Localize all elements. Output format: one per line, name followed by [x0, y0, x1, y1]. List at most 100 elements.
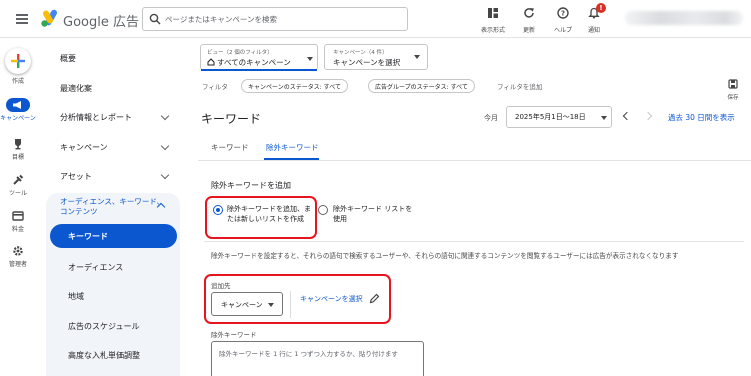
nav-campaigns-label: キャンペーン — [60, 142, 108, 152]
google-ads-logo — [41, 9, 57, 27]
help-icon: ? — [557, 7, 569, 19]
notifications-label: 通知 — [587, 27, 600, 34]
radio-use-list[interactable] — [318, 205, 328, 215]
next-period-button — [643, 111, 655, 121]
rail-billing[interactable]: 料金 — [0, 210, 36, 233]
dropdown-caret-icon — [307, 57, 313, 61]
campaign-selector[interactable]: キャンペーン（4 件） キャンペーンを選択 — [324, 44, 428, 70]
view-selector[interactable]: ビュー（2 個のフィルタ） すべてのキャンペーン — [200, 44, 318, 71]
notifications-button[interactable]: ! 通知 — [576, 3, 612, 34]
nav-campaigns[interactable]: キャンペーン — [46, 133, 180, 161]
filter-chip-adgroup-status[interactable]: 広告グループのステータス: すべて — [368, 79, 475, 93]
rail-create[interactable]: 作成 — [0, 48, 36, 85]
form-section-title: 除外キーワードを追加 — [211, 181, 291, 190]
nav-assets[interactable]: アセット — [46, 162, 180, 190]
form-divider — [204, 241, 744, 242]
save-button[interactable]: 保存 — [722, 74, 744, 101]
prev-period-button[interactable] — [621, 111, 632, 121]
nav-group-label: オーディエンス、キーワード、コンテンツ — [60, 197, 165, 216]
rail-goals[interactable]: 目標 — [0, 138, 36, 161]
chip-label: キャンペーンのステータス: すべて — [248, 83, 341, 91]
rail-campaigns-label: キャンペーン — [0, 115, 36, 122]
negative-keywords-textarea[interactable]: 除外キーワードを 1 行に 1 つずつ入力するか、貼り付けます — [211, 341, 424, 376]
nav-recommendations[interactable]: 最適化案 — [46, 74, 180, 102]
negative-keywords-label: 除外キーワード — [211, 331, 257, 339]
credit-card-icon — [12, 211, 24, 221]
search-icon — [149, 13, 161, 25]
highlight-box-add-to — [204, 274, 391, 324]
nav-overview-label: 概要 — [60, 53, 76, 63]
gear-icon — [13, 246, 23, 256]
active-underline — [201, 69, 317, 71]
filter-chip-campaign-status[interactable]: キャンペーンのステータス: すべて — [241, 79, 348, 93]
account-info[interactable] — [625, 11, 743, 25]
tab-keywords[interactable]: キーワード — [211, 142, 249, 153]
save-label: 保存 — [727, 95, 739, 101]
date-range-value: 2025年5月1日〜18日 — [515, 113, 586, 121]
rail-tools-label: ツール — [8, 190, 27, 197]
trophy-icon — [15, 139, 21, 150]
campaign-value: キャンペーンを選択 — [333, 58, 401, 67]
nav-group-header[interactable]: オーディエンス、キーワード、コンテンツ — [60, 197, 165, 217]
rail-admin[interactable]: 管理者 — [0, 245, 36, 268]
view-value: すべてのキャンペーン — [217, 58, 291, 67]
date-preset-label: 今月 — [484, 114, 498, 122]
chevron-right-icon — [643, 111, 653, 121]
add-filter-link[interactable]: フィルタを追加 — [497, 81, 542, 91]
refresh-button[interactable]: 更新 — [511, 4, 547, 34]
page-title: キーワード — [201, 112, 262, 126]
date-range-picker[interactable]: 2025年5月1日〜18日 — [506, 106, 612, 128]
tab-negative-keywords[interactable]: 除外キーワード — [266, 142, 319, 153]
view-format-label: 表示形式 — [480, 27, 505, 34]
campaign-caption: キャンペーン（4 件） — [333, 50, 388, 56]
compare-period-link[interactable]: 過去 30 日間を表示 — [668, 112, 735, 123]
view-caption: ビュー（2 個のフィルタ） — [207, 50, 273, 56]
rail-billing-label: 料金 — [11, 226, 24, 233]
nav-keywords-label: キーワード — [68, 231, 108, 241]
plus-icon — [11, 54, 25, 68]
megaphone-icon — [13, 101, 21, 109]
nav-ad-schedule[interactable]: 広告のスケジュール — [46, 312, 180, 340]
nav-overview[interactable]: 概要 — [46, 44, 180, 72]
filter-label: フィルタ — [202, 83, 228, 91]
view-format-icon — [488, 8, 498, 18]
nav-insights[interactable]: 分析情報とレポート — [46, 103, 180, 131]
view-format-button[interactable]: 表示形式 — [475, 4, 511, 34]
textarea-placeholder: 除外キーワードを 1 行に 1 つずつ入力するか、貼り付けます — [219, 350, 398, 358]
notification-badge: ! — [596, 3, 606, 13]
menu-icon[interactable] — [16, 12, 28, 26]
search-placeholder: ページまたはキャンペーンを検索 — [165, 15, 277, 24]
chevron-left-icon — [622, 111, 632, 121]
refresh-label: 更新 — [522, 27, 535, 34]
chevron-down-icon — [160, 141, 170, 151]
nav-keywords[interactable]: キーワード — [50, 224, 177, 248]
refresh-icon — [524, 8, 534, 18]
dropdown-caret-icon — [601, 116, 607, 120]
wrench-icon — [13, 174, 24, 185]
nav-audiences-label: オーディエンス — [68, 262, 124, 272]
home-icon — [207, 58, 215, 66]
nav-locations[interactable]: 地域 — [46, 282, 180, 310]
nav-recommendations-label: 最適化案 — [60, 83, 92, 93]
option2-label: 除外キーワード リストを使用 — [333, 205, 413, 223]
nav-bid-adjustments-label: 高度な入札単価調整 — [68, 350, 140, 360]
search-input[interactable]: ページまたはキャンペーンを検索 — [142, 7, 408, 31]
nav-audiences[interactable]: オーディエンス — [46, 253, 180, 281]
dropdown-caret-icon — [414, 55, 420, 59]
rail-goals-label: 目標 — [11, 154, 24, 161]
nav-bid-adjustments[interactable]: 高度な入札単価調整 — [46, 341, 180, 369]
chevron-down-icon — [160, 111, 170, 121]
nav-ad-schedule-label: 広告のスケジュール — [68, 321, 140, 331]
form-description: 除外キーワードを設定すると、それらの語句で検索するユーザーや、それらの語句に関連… — [211, 252, 679, 260]
top-app-bar: Google 広告 ページまたはキャンペーンを検索 表示形式 更新 ? ヘルプ — [0, 0, 751, 38]
create-button[interactable] — [5, 48, 31, 74]
nav-locations-label: 地域 — [68, 291, 84, 301]
rail-tools[interactable]: ツール — [0, 174, 36, 197]
rail-admin-label: 管理者 — [8, 261, 27, 268]
rail-campaigns[interactable]: キャンペーン — [0, 98, 36, 122]
rail-create-label: 作成 — [11, 78, 24, 85]
chevron-down-icon — [160, 170, 170, 180]
svg-text:?: ? — [561, 10, 565, 18]
save-icon — [728, 79, 738, 89]
nav-insights-label: 分析情報とレポート — [60, 112, 132, 122]
